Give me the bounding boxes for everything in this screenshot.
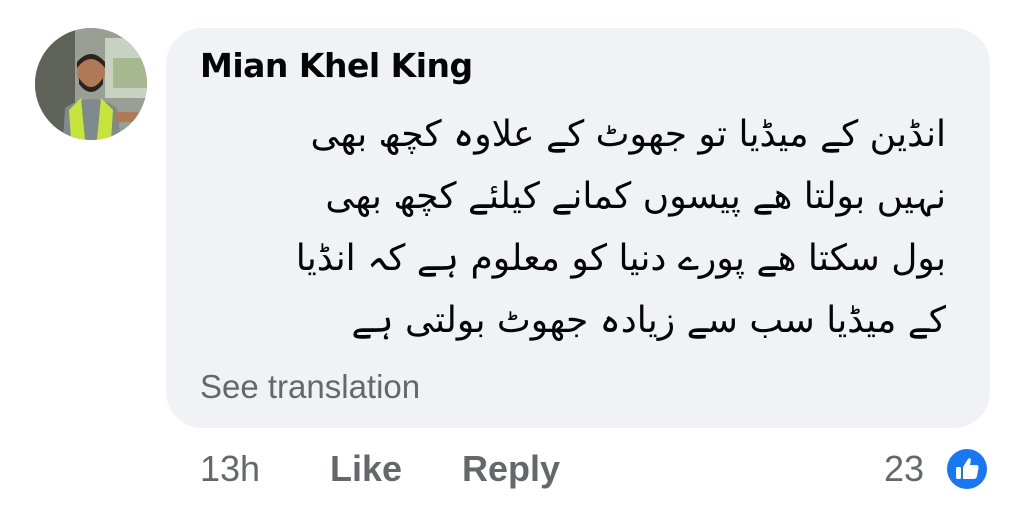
reaction-count: 23	[884, 448, 925, 489]
avatar[interactable]	[35, 28, 147, 140]
comment-screen: Mian Khel King انڈین کے میڈیا تو جھوٹ کے…	[0, 0, 1024, 508]
comment-text: انڈین کے میڈیا تو جھوٹ کے علاوہ کچھ بھی …	[295, 114, 946, 341]
comment-timestamp[interactable]: 13h	[200, 448, 260, 490]
avatar-photo	[35, 28, 147, 140]
like-button[interactable]: Like	[330, 448, 402, 490]
see-translation-link[interactable]: See translation	[200, 368, 420, 406]
reply-button[interactable]: Reply	[462, 448, 560, 490]
thumbs-up-icon	[945, 447, 989, 491]
comment-author-name[interactable]: Mian Khel King	[200, 46, 473, 85]
